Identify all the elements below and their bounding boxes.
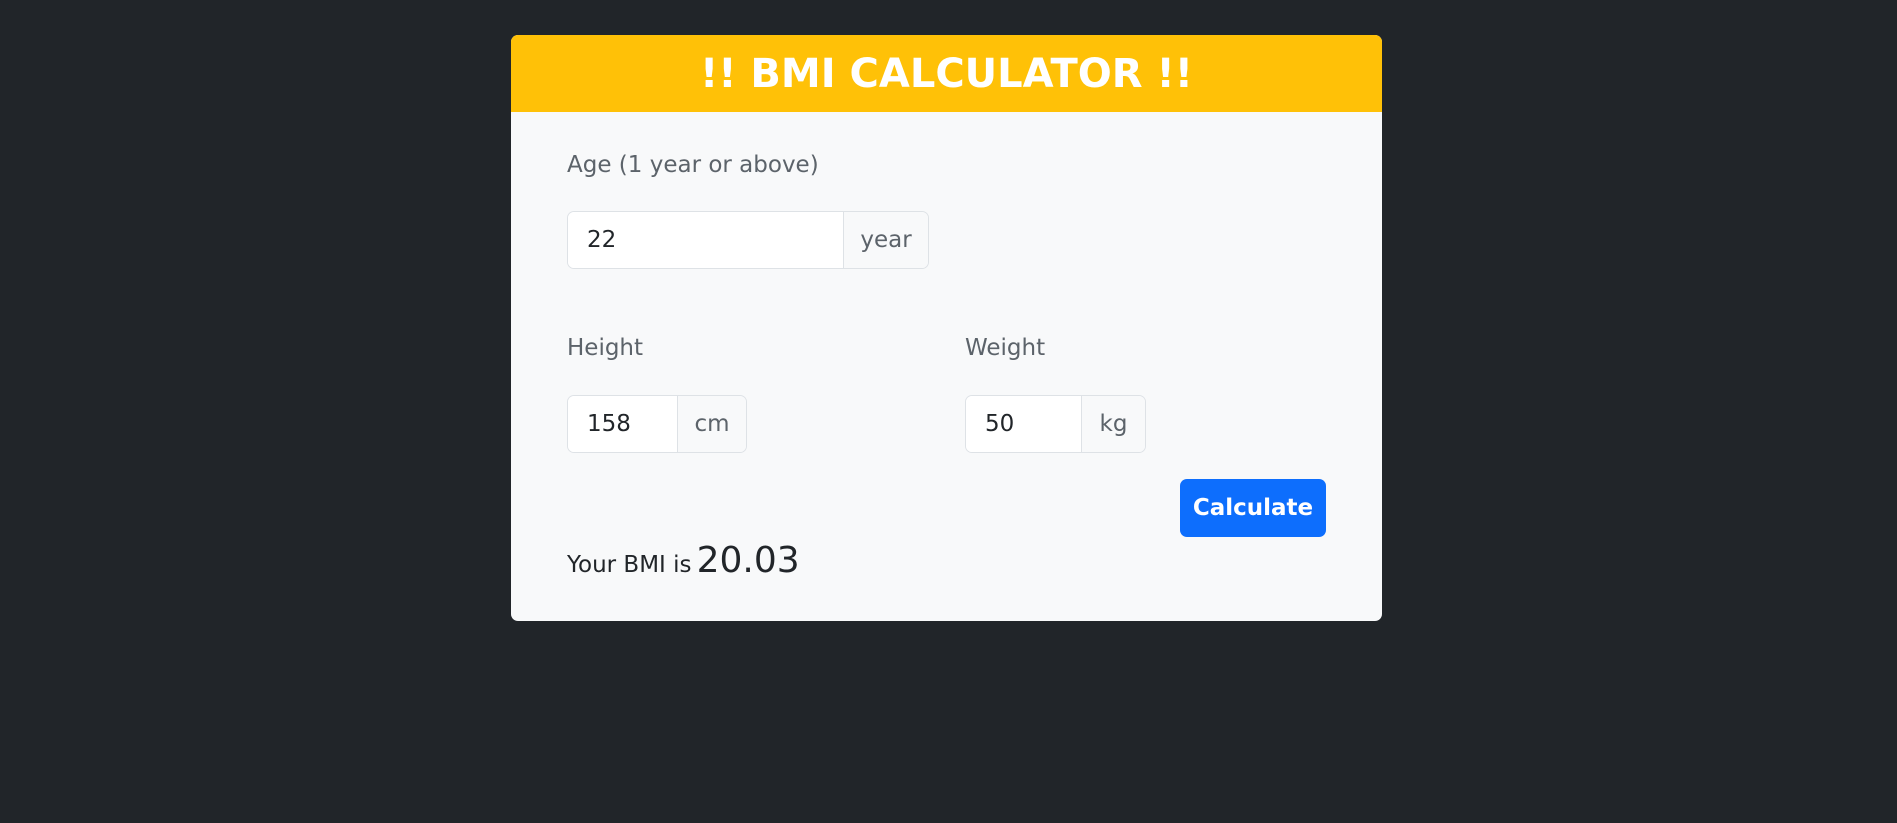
bmi-result-value: 20.03: [696, 540, 800, 581]
age-unit: year: [843, 212, 928, 268]
weight-unit: kg: [1081, 396, 1145, 452]
bmi-calculator-card: !! BMI CALCULATOR !! Age (1 year or abov…: [511, 35, 1382, 621]
weight-input[interactable]: [966, 396, 1081, 452]
age-input-group: year: [567, 211, 929, 269]
bmi-result-label: Your BMI is: [567, 552, 692, 578]
weight-input-group: kg: [965, 395, 1146, 453]
bmi-result: Your BMI is 20.03: [567, 540, 800, 581]
height-input[interactable]: [568, 396, 677, 452]
card-header: !! BMI CALCULATOR !!: [511, 35, 1382, 112]
page-title: !! BMI CALCULATOR !!: [700, 50, 1193, 97]
age-label: Age (1 year or above): [567, 152, 819, 178]
height-label: Height: [567, 335, 644, 361]
weight-label: Weight: [965, 335, 1046, 361]
age-input[interactable]: [568, 212, 843, 268]
height-input-group: cm: [567, 395, 747, 453]
calculate-button[interactable]: Calculate: [1180, 479, 1326, 537]
height-unit: cm: [677, 396, 746, 452]
